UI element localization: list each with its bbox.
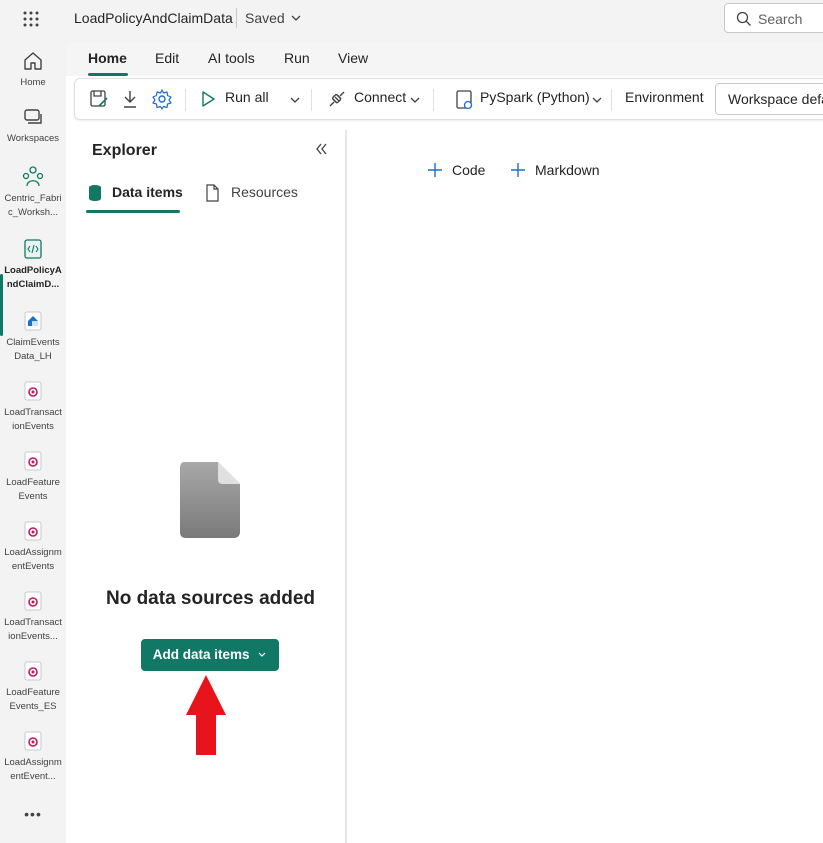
nav-item-workspace[interactable]: Centric_Fabric_Worksh... (0, 164, 66, 220)
nav-label: Centric_Fabric_Worksh... (4, 193, 62, 218)
toolbar-divider (311, 89, 312, 111)
annotation-arrow-icon (186, 675, 226, 755)
nav-label: LoadAssignmentEvent... (4, 757, 62, 782)
toolbar-divider (433, 89, 434, 111)
ribbon-toolbar: Run all Connect PySpark (Python) Environ… (74, 78, 823, 120)
notebook-icon (24, 239, 42, 259)
save-notebook-icon[interactable] (89, 89, 109, 109)
explorer-panel: Explorer Data items Resources No data so… (74, 130, 347, 843)
play-icon[interactable] (201, 91, 215, 107)
chevron-down-icon[interactable] (409, 95, 421, 105)
ribbon-tabs: Home Edit AI tools Run View (66, 42, 823, 76)
environment-selector[interactable]: Workspace default (715, 83, 823, 115)
nav-item-eventstream-6[interactable]: LoadAssignmentEvent... (0, 730, 66, 784)
active-tab-indicator (86, 210, 180, 213)
nav-label: LoadTransactionEvents... (4, 617, 62, 642)
language-selector[interactable]: PySpark (Python) (480, 89, 590, 105)
left-nav: Home Workspaces Centric_Fabric_Worksh...… (0, 38, 66, 843)
eventstream-icon (24, 381, 42, 401)
tab-resources[interactable]: Resources (231, 184, 298, 200)
nav-label: ClaimEventsData_LH (6, 337, 60, 362)
resources-file-icon (206, 184, 219, 202)
nav-item-notebook-active[interactable]: LoadPolicyAndClaimD... (0, 238, 66, 292)
chevron-down-icon[interactable] (290, 12, 302, 24)
empty-state-message: No data sources added (105, 588, 316, 609)
nav-item-eventstream-3[interactable]: LoadAssignmentEvents (0, 520, 66, 574)
notebook-canvas: Code Markdown (349, 130, 823, 843)
toolbar-divider (185, 89, 186, 111)
search-icon (736, 11, 751, 26)
empty-document-icon (180, 462, 240, 538)
plus-icon[interactable] (510, 162, 526, 178)
connect-button[interactable]: Connect (354, 89, 406, 105)
more-icon[interactable]: ••• (0, 806, 66, 822)
chevron-down-icon (258, 653, 266, 658)
environment-label: Environment (625, 89, 704, 105)
item-title[interactable]: LoadPolicyAndClaimData (74, 10, 233, 26)
download-icon[interactable] (121, 89, 139, 109)
home-icon (24, 52, 42, 70)
title-divider (236, 8, 237, 28)
database-icon (89, 185, 101, 201)
settings-gear-icon[interactable] (151, 88, 173, 110)
tab-home[interactable]: Home (88, 50, 127, 66)
tab-edit[interactable]: Edit (155, 50, 179, 66)
search-placeholder: Search (758, 11, 803, 27)
top-bar: LoadPolicyAndClaimData Saved Search (0, 0, 823, 38)
add-data-items-button[interactable]: Add data items (141, 639, 279, 671)
workspace-group-icon (22, 166, 44, 187)
active-tab-indicator (88, 73, 128, 76)
lakehouse-icon (24, 311, 42, 331)
connect-plug-icon[interactable] (327, 89, 347, 109)
language-icon[interactable] (455, 89, 475, 111)
tab-data-items[interactable]: Data items (112, 184, 183, 200)
eventstream-icon (24, 731, 42, 751)
nav-item-workspaces[interactable]: Workspaces (0, 106, 66, 146)
save-status[interactable]: Saved (245, 10, 285, 26)
chevron-down-icon[interactable] (289, 95, 301, 105)
nav-item-eventstream-5[interactable]: LoadFeatureEvents_ES (0, 660, 66, 714)
nav-item-eventstream-4[interactable]: LoadTransactionEvents... (0, 590, 66, 644)
nav-label: LoadPolicyAndClaimD... (4, 265, 62, 290)
tab-ai-tools[interactable]: AI tools (208, 50, 255, 66)
collapse-panel-icon[interactable] (314, 142, 328, 156)
nav-label: Workspaces (6, 133, 60, 144)
toolbar-divider (611, 89, 612, 111)
app-launcher-icon[interactable] (22, 10, 40, 28)
add-data-items-label: Add data items (152, 647, 250, 662)
nav-label: LoadFeatureEvents_ES (6, 687, 60, 712)
eventstream-icon (24, 451, 42, 471)
nav-label: LoadAssignmentEvents (4, 547, 62, 572)
explorer-title: Explorer (92, 142, 157, 159)
search-box[interactable]: Search (724, 3, 823, 33)
eventstream-icon (24, 591, 42, 611)
nav-label: LoadTransactionEvents (4, 407, 62, 432)
tab-run[interactable]: Run (284, 50, 310, 66)
eventstream-icon (24, 661, 42, 681)
add-code-cell-button[interactable]: Code (452, 162, 485, 178)
tab-view[interactable]: View (338, 50, 368, 66)
nav-item-eventstream-2[interactable]: LoadFeatureEvents (0, 450, 66, 504)
eventstream-icon (24, 521, 42, 541)
nav-item-eventstream-1[interactable]: LoadTransactionEvents (0, 380, 66, 434)
chevron-down-icon[interactable] (591, 95, 603, 105)
nav-item-home[interactable]: Home (0, 50, 66, 90)
nav-item-lakehouse[interactable]: ClaimEventsData_LH (0, 310, 66, 364)
plus-icon[interactable] (427, 162, 443, 178)
workspaces-icon (24, 109, 42, 124)
nav-label: Home (20, 77, 46, 88)
add-markdown-cell-button[interactable]: Markdown (535, 162, 600, 178)
nav-label: LoadFeatureEvents (6, 477, 60, 502)
run-all-button[interactable]: Run all (225, 89, 269, 105)
